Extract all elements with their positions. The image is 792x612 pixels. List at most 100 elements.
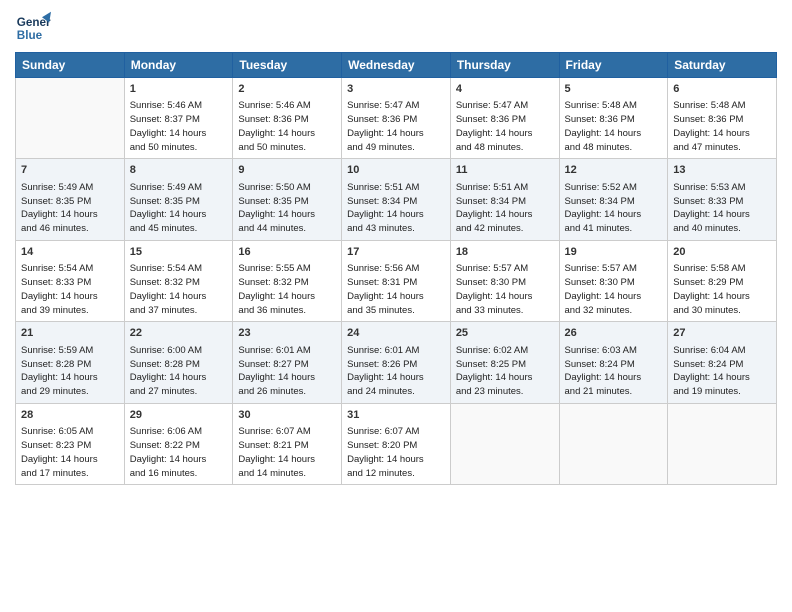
calendar-cell: 5Sunrise: 5:48 AMSunset: 8:36 PMDaylight… — [559, 78, 668, 159]
day-info: Sunrise: 5:58 AMSunset: 8:29 PMDaylight:… — [673, 262, 771, 317]
day-info: Sunrise: 5:51 AMSunset: 8:34 PMDaylight:… — [456, 181, 554, 236]
calendar-cell: 30 Sunrise: 6:07 AMSunset: 8:21 PMDayligh… — [233, 403, 342, 484]
day-number: 1 — [130, 82, 228, 97]
day-number: 15 — [130, 245, 228, 260]
day-info: Sunrise: 6:01 AMSunset: 8:26 PMDaylight:… — [347, 344, 445, 399]
day-info: Sunrise: 5:57 AMSunset: 8:30 PMDaylight:… — [456, 262, 554, 317]
column-header-sunday: Sunday — [16, 53, 125, 78]
day-info: Sunrise: 5:47 AMSunset: 8:36 PMDaylight:… — [347, 99, 445, 154]
day-info: Sunrise: 5:51 AMSunset: 8:34 PMDaylight:… — [347, 181, 445, 236]
day-info: Sunrise: 5:46 AMSunset: 8:36 PMDaylight:… — [238, 99, 336, 154]
day-info: Sunrise: 6:01 AMSunset: 8:27 PMDaylight:… — [238, 344, 336, 399]
calendar-cell: 16 Sunrise: 5:55 AMSunset: 8:32 PMDayligh… — [233, 240, 342, 321]
calendar-week-row: 14 Sunrise: 5:54 AMSunset: 8:33 PMDayligh… — [16, 240, 777, 321]
calendar-cell: 19Sunrise: 5:57 AMSunset: 8:30 PMDayligh… — [559, 240, 668, 321]
calendar-week-row: 1 Sunrise: 5:46 AMSunset: 8:37 PMDaylight… — [16, 78, 777, 159]
day-number: 20 — [673, 245, 771, 260]
day-number: 25 — [456, 326, 554, 341]
calendar-cell: 6Sunrise: 5:48 AMSunset: 8:36 PMDaylight… — [668, 78, 777, 159]
calendar-cell: 7 Sunrise: 5:49 AMSunset: 8:35 PMDaylight… — [16, 159, 125, 240]
calendar-cell: 10 Sunrise: 5:51 AMSunset: 8:34 PMDayligh… — [342, 159, 451, 240]
calendar-cell: 13Sunrise: 5:53 AMSunset: 8:33 PMDayligh… — [668, 159, 777, 240]
day-info: Sunrise: 6:07 AMSunset: 8:20 PMDaylight:… — [347, 425, 445, 480]
calendar-cell — [668, 403, 777, 484]
day-info: Sunrise: 5:49 AMSunset: 8:35 PMDaylight:… — [130, 181, 228, 236]
day-info: Sunrise: 6:07 AMSunset: 8:21 PMDaylight:… — [238, 425, 336, 480]
calendar-cell — [16, 78, 125, 159]
day-number: 19 — [565, 245, 663, 260]
calendar-cell: 24 Sunrise: 6:01 AMSunset: 8:26 PMDayligh… — [342, 322, 451, 403]
calendar-cell: 11 Sunrise: 5:51 AMSunset: 8:34 PMDayligh… — [450, 159, 559, 240]
day-number: 18 — [456, 245, 554, 260]
day-info: Sunrise: 5:47 AMSunset: 8:36 PMDaylight:… — [456, 99, 554, 154]
calendar-cell: 17Sunrise: 5:56 AMSunset: 8:31 PMDayligh… — [342, 240, 451, 321]
day-number: 30 — [238, 408, 336, 423]
calendar-cell: 1 Sunrise: 5:46 AMSunset: 8:37 PMDaylight… — [124, 78, 233, 159]
day-number: 10 — [347, 163, 445, 178]
day-number: 29 — [130, 408, 228, 423]
column-header-tuesday: Tuesday — [233, 53, 342, 78]
calendar-cell: 22 Sunrise: 6:00 AMSunset: 8:28 PMDayligh… — [124, 322, 233, 403]
calendar-cell: 29 Sunrise: 6:06 AMSunset: 8:22 PMDayligh… — [124, 403, 233, 484]
calendar-cell: 25 Sunrise: 6:02 AMSunset: 8:25 PMDayligh… — [450, 322, 559, 403]
day-info: Sunrise: 5:46 AMSunset: 8:37 PMDaylight:… — [130, 99, 228, 154]
day-info: Sunrise: 6:03 AMSunset: 8:24 PMDaylight:… — [565, 344, 663, 399]
day-number: 4 — [456, 82, 554, 97]
day-info: Sunrise: 5:55 AMSunset: 8:32 PMDaylight:… — [238, 262, 336, 317]
calendar-week-row: 7 Sunrise: 5:49 AMSunset: 8:35 PMDaylight… — [16, 159, 777, 240]
calendar-table: SundayMondayTuesdayWednesdayThursdayFrid… — [15, 52, 777, 485]
calendar-week-row: 28 Sunrise: 6:05 AMSunset: 8:23 PMDayligh… — [16, 403, 777, 484]
day-info: Sunrise: 6:04 AMSunset: 8:24 PMDaylight:… — [673, 344, 771, 399]
day-info: Sunrise: 6:02 AMSunset: 8:25 PMDaylight:… — [456, 344, 554, 399]
day-number: 9 — [238, 163, 336, 178]
header: General Blue — [15, 10, 777, 46]
column-header-monday: Monday — [124, 53, 233, 78]
calendar-cell: 31 Sunrise: 6:07 AMSunset: 8:20 PMDayligh… — [342, 403, 451, 484]
column-header-friday: Friday — [559, 53, 668, 78]
logo: General Blue — [15, 10, 51, 46]
calendar-cell: 27 Sunrise: 6:04 AMSunset: 8:24 PMDayligh… — [668, 322, 777, 403]
day-number: 28 — [21, 408, 119, 423]
day-number: 21 — [21, 326, 119, 341]
calendar-cell — [450, 403, 559, 484]
day-info: Sunrise: 5:54 AMSunset: 8:33 PMDaylight:… — [21, 262, 119, 317]
calendar-cell: 3 Sunrise: 5:47 AMSunset: 8:36 PMDaylight… — [342, 78, 451, 159]
calendar-cell: 14 Sunrise: 5:54 AMSunset: 8:33 PMDayligh… — [16, 240, 125, 321]
day-info: Sunrise: 6:05 AMSunset: 8:23 PMDaylight:… — [21, 425, 119, 480]
day-number: 7 — [21, 163, 119, 178]
logo-icon: General Blue — [15, 10, 51, 46]
day-number: 23 — [238, 326, 336, 341]
calendar-cell: 28 Sunrise: 6:05 AMSunset: 8:23 PMDayligh… — [16, 403, 125, 484]
day-info: Sunrise: 5:54 AMSunset: 8:32 PMDaylight:… — [130, 262, 228, 317]
day-info: Sunrise: 5:50 AMSunset: 8:35 PMDaylight:… — [238, 181, 336, 236]
calendar-cell: 15 Sunrise: 5:54 AMSunset: 8:32 PMDayligh… — [124, 240, 233, 321]
day-number: 3 — [347, 82, 445, 97]
day-number: 11 — [456, 163, 554, 178]
day-info: Sunrise: 5:49 AMSunset: 8:35 PMDaylight:… — [21, 181, 119, 236]
day-number: 8 — [130, 163, 228, 178]
day-info: Sunrise: 6:06 AMSunset: 8:22 PMDaylight:… — [130, 425, 228, 480]
day-number: 2 — [238, 82, 336, 97]
calendar-cell: 2 Sunrise: 5:46 AMSunset: 8:36 PMDaylight… — [233, 78, 342, 159]
day-info: Sunrise: 6:00 AMSunset: 8:28 PMDaylight:… — [130, 344, 228, 399]
column-header-saturday: Saturday — [668, 53, 777, 78]
day-number: 14 — [21, 245, 119, 260]
calendar-week-row: 21 Sunrise: 5:59 AMSunset: 8:28 PMDayligh… — [16, 322, 777, 403]
column-header-thursday: Thursday — [450, 53, 559, 78]
day-number: 16 — [238, 245, 336, 260]
day-number: 31 — [347, 408, 445, 423]
day-number: 13 — [673, 163, 771, 178]
calendar-cell: 12Sunrise: 5:52 AMSunset: 8:34 PMDayligh… — [559, 159, 668, 240]
day-number: 27 — [673, 326, 771, 341]
calendar-cell: 4 Sunrise: 5:47 AMSunset: 8:36 PMDaylight… — [450, 78, 559, 159]
calendar-cell: 26Sunrise: 6:03 AMSunset: 8:24 PMDayligh… — [559, 322, 668, 403]
day-number: 17 — [347, 245, 445, 260]
day-info: Sunrise: 5:48 AMSunset: 8:36 PMDaylight:… — [565, 99, 663, 154]
day-info: Sunrise: 5:59 AMSunset: 8:28 PMDaylight:… — [21, 344, 119, 399]
day-number: 22 — [130, 326, 228, 341]
day-number: 24 — [347, 326, 445, 341]
calendar-cell: 20 Sunrise: 5:58 AMSunset: 8:29 PMDayligh… — [668, 240, 777, 321]
calendar-cell: 23 Sunrise: 6:01 AMSunset: 8:27 PMDayligh… — [233, 322, 342, 403]
calendar-header-row: SundayMondayTuesdayWednesdayThursdayFrid… — [16, 53, 777, 78]
column-header-wednesday: Wednesday — [342, 53, 451, 78]
